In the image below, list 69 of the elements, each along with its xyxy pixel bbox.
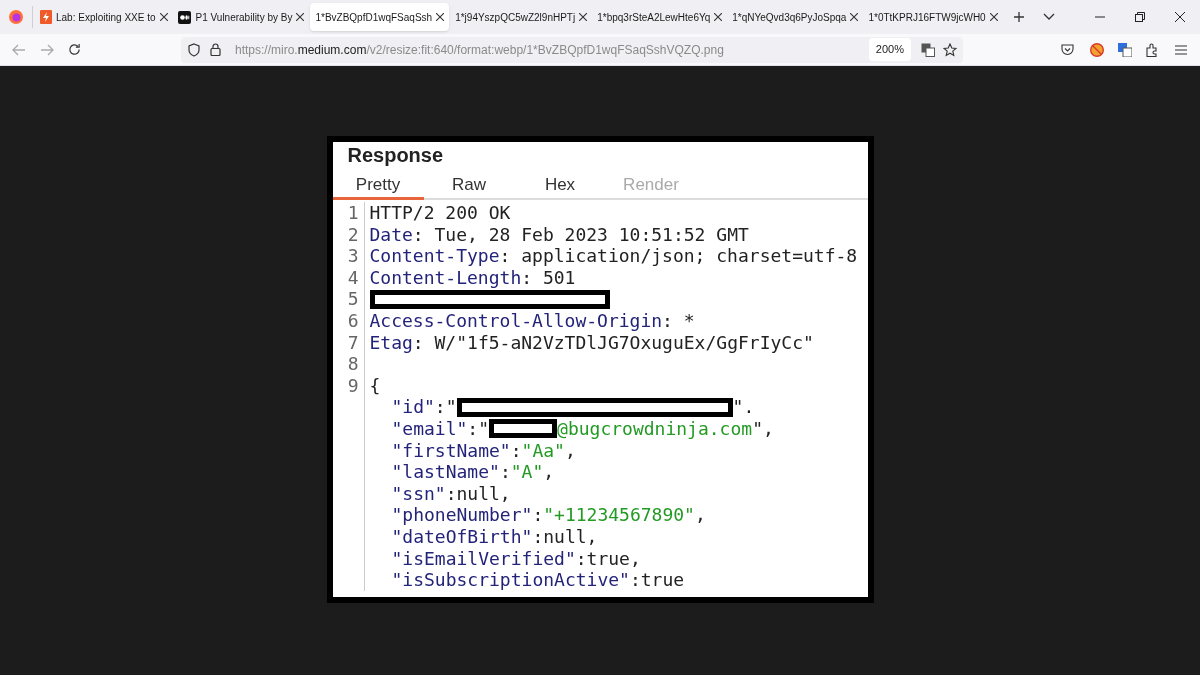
code-key: "dateOfBirth" [391, 525, 533, 548]
address-bar[interactable]: https://miro.medium.com/v2/resize:fit:640/format:webp/1*BvZBQpfD1wqFSaqSshVQZQ.png 200% [181, 36, 963, 63]
code-key: "isSubscriptionActive" [391, 569, 630, 591]
code-text: : W/"1f5-aN2VzTDlJG7OxuguEx/GgFrIyCc" [412, 331, 814, 354]
line-number: 9 [347, 374, 359, 396]
tab-title: 1*bpq3rSteA2LewHte6Yq [597, 10, 711, 25]
code-text: :" [467, 417, 490, 440]
tab-title: 1*0TtKPRJ16FTW9jcWH0 [868, 10, 986, 25]
code-text: : Tue, 28 Feb 2023 10:51:52 GMT [412, 223, 749, 246]
code-text: { [369, 374, 381, 397]
code-key: Etag [369, 331, 413, 354]
code-key: "id" [391, 396, 435, 418]
code-text: : 501 [521, 266, 576, 289]
browser-tab[interactable]: 1*0TtKPRJ16FTW9jcWH0 [863, 3, 1003, 31]
line-number: 7 [347, 331, 359, 353]
zoom-level-button[interactable]: 200% [868, 38, 911, 61]
url-text: https://miro.medium.com/v2/resize:fit:640/format:webp/1*BvZBQpfD1wqFSaqSshVQZQ.png [235, 41, 724, 59]
line-number: 1 [347, 202, 359, 223]
code-key: Date [369, 223, 413, 246]
code-key: "email" [391, 417, 468, 440]
code-text: HTTP/2 200 OK [369, 202, 511, 224]
code-key: "ssn" [391, 482, 446, 505]
tab-title: 1*qNYeQvd3q6PyJoSpqa [732, 10, 847, 25]
code-text: : [510, 439, 522, 462]
code-string: "+11234567890" [543, 504, 695, 526]
code-text: :true, [575, 547, 641, 570]
code-text: :" [434, 396, 457, 418]
code-key: Access-Control-Allow-Origin [369, 309, 663, 332]
line-number: 3 [347, 245, 359, 267]
view-tab[interactable]: Pretty [332, 170, 424, 200]
browser-tab[interactable]: Lab: Exploiting XXE to [35, 3, 173, 31]
browser-tab[interactable]: 1*j94YszpQC5wZ2l9nHPTj [450, 3, 593, 31]
code-text: :true [629, 569, 685, 591]
tab-title: 1*j94YszpQC5wZ2l9nHPTj [455, 10, 576, 25]
code-text: ", [752, 417, 774, 440]
code-text: , [543, 461, 555, 483]
code-text: :null, [532, 525, 598, 548]
line-number: 6 [347, 309, 359, 331]
line-number: 5 [347, 288, 359, 310]
code-text: :null, [445, 482, 511, 505]
code-string: "Aa" [521, 439, 565, 462]
tab-title: P1 Vulnerability by By [195, 10, 293, 25]
code-key: "isEmailVerified" [391, 547, 576, 570]
code-text: : application/json; charset=utf-8 [499, 245, 858, 267]
code-key: Content-Type [369, 245, 500, 267]
code-text: : * [662, 309, 695, 332]
code-string: @bugcrowdninja.com [557, 417, 753, 440]
browser-tab[interactable]: P1 Vulnerability by By [172, 3, 310, 31]
code-key: "lastName" [391, 461, 500, 483]
browser-tab[interactable]: 1*BvZBQpfD1wqFSaqSsh [310, 3, 450, 31]
tab-title: Lab: Exploiting XXE to [56, 10, 156, 25]
code-text: : [532, 504, 544, 526]
tab-title: 1*BvZBQpfD1wqFSaqSsh [315, 10, 433, 25]
code-key: "firstName" [391, 439, 511, 462]
code-string: "A" [510, 461, 544, 483]
code-text: , [694, 504, 706, 526]
code-text: : [499, 461, 511, 483]
browser-tab[interactable]: 1*qNYeQvd3q6PyJoSpqa [727, 3, 864, 31]
code-text: ". [732, 396, 755, 418]
line-number: 2 [347, 223, 359, 245]
code-key: Content-Length [369, 266, 522, 289]
view-tab[interactable]: Raw [423, 170, 515, 200]
code-text: , [564, 439, 576, 462]
line-number: 4 [347, 266, 359, 288]
line-number: 8 [347, 353, 359, 375]
browser-tab[interactable]: 1*bpq3rSteA2LewHte6Yq [592, 3, 728, 31]
code-key: "phoneNumber" [391, 504, 533, 526]
panel-title: Response [346, 143, 445, 168]
view-tab[interactable]: Hex [514, 170, 606, 200]
